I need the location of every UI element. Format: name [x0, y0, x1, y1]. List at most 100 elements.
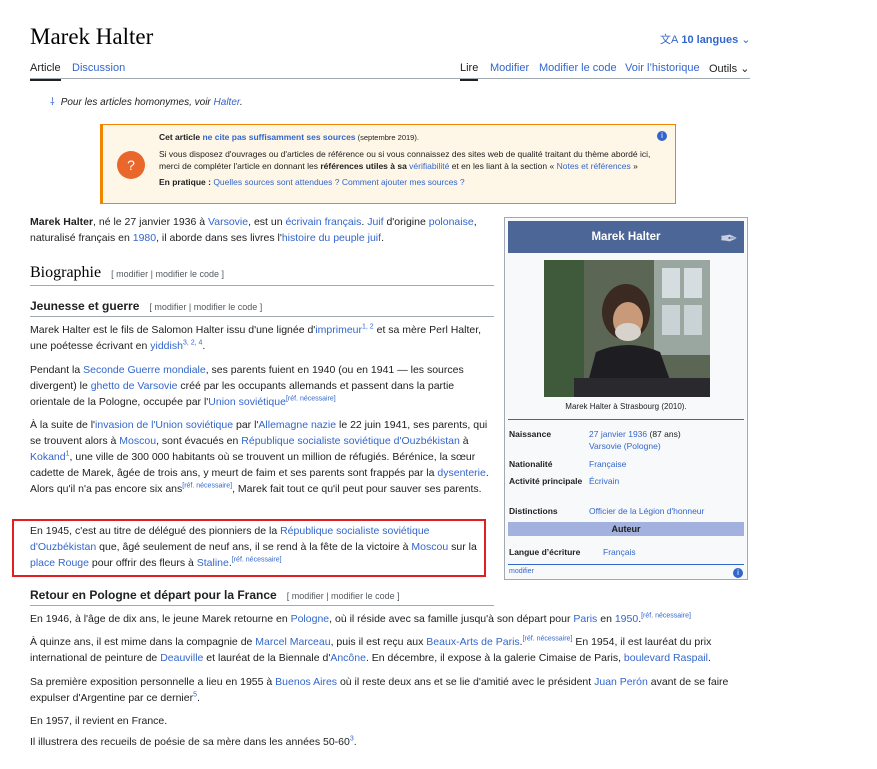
text: par l' [233, 419, 259, 431]
citation-needed[interactable]: [réf. nécessaire] [286, 396, 336, 403]
ambox-link-help[interactable]: Quelles sources sont attendues ? Comment… [213, 177, 464, 187]
link-birthdate[interactable]: 27 janvier 1936 [589, 429, 647, 439]
sources-warning-box: ? Cet article ne cite pas suffisamment s… [100, 124, 676, 204]
link-urss[interactable]: Union soviétique [208, 396, 286, 408]
link-juif[interactable]: Juif [367, 216, 383, 228]
link-place-rouge[interactable]: place Rouge [30, 557, 89, 569]
link-moscou[interactable]: Moscou [411, 541, 448, 553]
text: , une ville de 300 000 habitants où se t… [30, 451, 476, 479]
tools-label: Outils [709, 63, 738, 75]
link-deauville[interactable]: Deauville [160, 652, 203, 664]
link-histoire[interactable]: histoire du peuple juif [282, 232, 381, 244]
link-staline[interactable]: Staline [197, 557, 229, 569]
text: , où il réside avec sa famille jusqu'à s… [329, 613, 574, 625]
ambox-text3: » [630, 161, 638, 171]
chevron-down-icon: ⌄ [741, 34, 751, 46]
text: . En décembre, il expose à la galerie Ci… [365, 652, 624, 664]
link-ouzbekistan[interactable]: République socialiste soviétique d'Ouzbé… [241, 435, 460, 447]
link-varsovie[interactable]: Varsovie [208, 216, 248, 228]
link-polonaise[interactable]: polonaise [429, 216, 474, 228]
link-peron[interactable]: Juan Perón [594, 676, 648, 688]
ambox-link-verif[interactable]: vérifiabilité [409, 161, 449, 171]
tab-discussion[interactable]: Discussion [72, 62, 125, 74]
link-allemagne[interactable]: Allemagne nazie [258, 419, 336, 431]
tab-article[interactable]: Article [30, 62, 61, 81]
link-kokand[interactable]: Kokand [30, 451, 66, 463]
divider [30, 605, 494, 606]
divider [508, 419, 744, 420]
info-icon[interactable]: i [733, 568, 743, 578]
text: À la suite de l' [30, 419, 96, 431]
link-ancone[interactable]: Ancône [330, 652, 366, 664]
text: . [197, 692, 200, 704]
info-icon[interactable]: i [657, 131, 667, 141]
text: En 1957, il revient en France. [30, 715, 168, 727]
link-invasion[interactable]: invasion de l'Union soviétique [95, 419, 233, 431]
link-marceau[interactable]: Marcel Marceau [255, 636, 330, 648]
divider [508, 564, 744, 565]
link-imprimeur[interactable]: imprimeur [315, 324, 362, 336]
paragraph: Pendant la Seconde Guerre mondiale, ses … [30, 362, 492, 410]
text: . [353, 736, 357, 748]
link-moscou[interactable]: Moscou [119, 435, 156, 447]
hatnote-end: . [239, 97, 243, 108]
ambox-date: (septembre 2019). [355, 133, 419, 142]
footnote-ref[interactable]: 3, 2, 4 [183, 340, 202, 347]
disambiguation-icon: ⸸ [50, 97, 55, 108]
link-birthplace[interactable]: Varsovie (Pologne) [589, 441, 661, 451]
ambox-link-notes[interactable]: Notes et références [557, 161, 631, 171]
text: d'origine [383, 216, 429, 228]
link-language[interactable]: Français [603, 546, 753, 558]
text: , il aborde dans ses livres l' [156, 232, 282, 244]
page-tabs: Article Discussion Lire Modifier Modifie… [30, 56, 750, 81]
link-1980[interactable]: 1980 [133, 232, 156, 244]
tools-menu[interactable]: Outils ⌄ [709, 62, 749, 75]
link-ecrivain[interactable]: écrivain français [285, 216, 361, 228]
link-activity[interactable]: Écrivain [589, 475, 739, 487]
link-paris[interactable]: Paris [573, 613, 597, 625]
text: À quinze ans, il est mime dans la compag… [30, 636, 256, 648]
link-distinction[interactable]: Officier de la Légion d'honneur [589, 505, 739, 517]
tab-edit[interactable]: Modifier [490, 62, 529, 74]
link-ww2[interactable]: Seconde Guerre mondiale [83, 364, 206, 376]
portrait-photo[interactable] [544, 260, 710, 397]
citation-needed[interactable]: [réf. nécessaire] [523, 636, 573, 643]
infobox-edit-link[interactable]: modifier [509, 568, 534, 575]
link-ghetto[interactable]: ghetto de Varsovie [91, 380, 178, 392]
edit-section-link[interactable]: [ modifier | modifier le code ] [287, 591, 400, 601]
text: où il reste deux ans et se lie d'amitié … [337, 676, 595, 688]
tab-edit-source[interactable]: Modifier le code [539, 62, 617, 74]
hatnote: ⸸ Pour les articles homonymes, voir Halte… [50, 94, 243, 108]
link-nationality[interactable]: Française [589, 458, 739, 470]
edit-section-link[interactable]: [ modifier | modifier le code ] [111, 269, 224, 279]
row-label: Nationalité [509, 459, 553, 469]
citation-needed[interactable]: [réf. nécessaire] [641, 613, 691, 620]
link-pologne[interactable]: Pologne [291, 613, 330, 625]
ambox-link-sources[interactable]: ne cite pas suffisamment ses sources [202, 132, 355, 142]
tab-read[interactable]: Lire [460, 62, 479, 81]
link-buenos-aires[interactable]: Buenos Aires [275, 676, 337, 688]
footnote-ref[interactable]: 1, 2 [362, 324, 374, 331]
paragraph: Marek Halter est le fils de Salomon Halt… [30, 322, 492, 354]
link-raspail[interactable]: boulevard Raspail [624, 652, 708, 664]
link-1950[interactable]: 1950 [615, 613, 638, 625]
text: . [202, 340, 206, 352]
hatnote-link[interactable]: Halter [214, 97, 240, 108]
text: , sont évacués en [156, 435, 242, 447]
link-dysenterie[interactable]: dysenterie [437, 467, 485, 479]
ambox-bold: références utiles à sa [320, 161, 410, 171]
language-selector[interactable]: 文A 10 langues ⌄ [660, 31, 750, 47]
edit-section-link[interactable]: [ modifier | modifier le code ] [149, 302, 262, 312]
link-yiddish[interactable]: yiddish [150, 340, 183, 352]
row-label: Distinctions [509, 506, 558, 516]
portrait-image [544, 260, 710, 397]
row-label: Activité principale [509, 476, 583, 486]
link-beaux-arts[interactable]: Beaux-Arts de Paris [426, 636, 519, 648]
citation-needed[interactable]: [réf. nécessaire] [182, 483, 232, 490]
divider [30, 285, 494, 286]
citation-needed[interactable]: [réf. nécessaire] [232, 557, 282, 564]
tab-history[interactable]: Voir l’historique [625, 62, 700, 74]
row-label: Naissance [509, 429, 552, 439]
ambox-text2: et en les liant à la section « [449, 161, 557, 171]
text: En 1945, c'est au titre de délégué des p… [30, 525, 281, 537]
